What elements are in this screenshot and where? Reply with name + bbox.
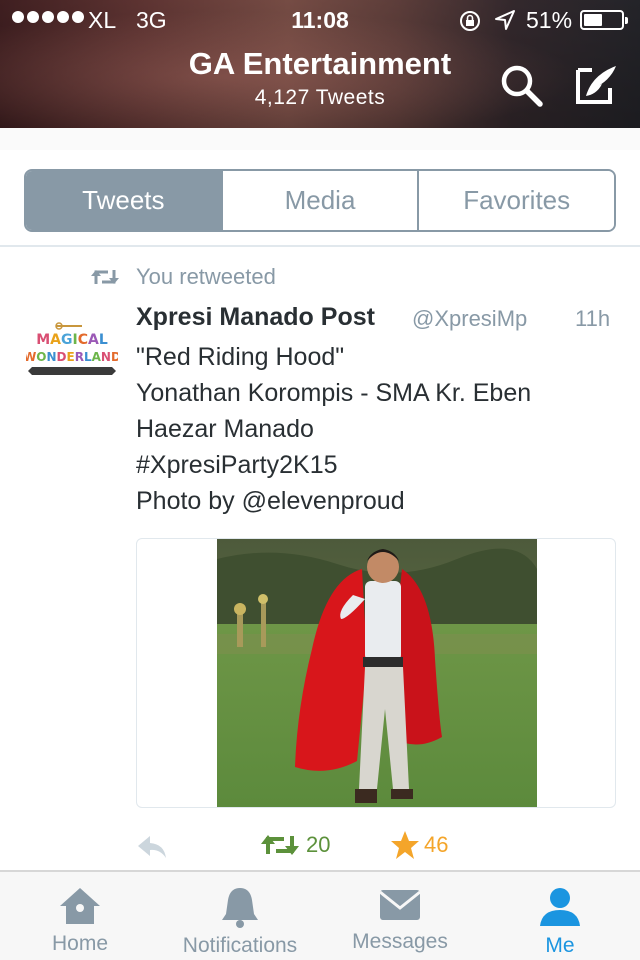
tab-messages-label: Messages: [352, 930, 448, 953]
tab-me-label: Me: [545, 934, 575, 957]
retweet-icon: [261, 835, 299, 855]
retweet-count: 20: [306, 832, 331, 857]
person-icon: [540, 888, 580, 926]
battery-icon: [580, 10, 628, 30]
battery-percent: 51%: [526, 7, 573, 33]
tab-messages[interactable]: Messages: [338, 872, 462, 960]
author-avatar[interactable]: MAGICAL WONDERLAND: [26, 318, 118, 382]
retweet-small-icon: [91, 270, 119, 284]
tab-notifications[interactable]: Notifications: [168, 872, 312, 960]
tweet-body: "Red Riding Hood" Yonathan Korompis - SM…: [136, 339, 616, 519]
tweet-photo[interactable]: [217, 539, 537, 808]
bottom-tab-bar: Home Notifications Messages Me: [0, 870, 640, 960]
svg-text:WONDERLAND: WONDERLAND: [26, 350, 118, 364]
tweet-media-card[interactable]: [136, 538, 616, 808]
tweet-line: Yonathan Korompis - SMA Kr. Eben: [136, 379, 532, 407]
profile-tabs: Tweets Media Favorites: [24, 169, 616, 232]
home-icon: [60, 888, 100, 924]
compose-tweet-button[interactable]: [572, 60, 620, 108]
search-button[interactable]: [498, 62, 546, 110]
retweet-button[interactable]: 20: [260, 832, 330, 858]
orientation-lock-icon: [460, 11, 480, 31]
header-shadow: [0, 128, 640, 150]
location-arrow-icon: [495, 10, 515, 30]
status-bar: XL 3G 11:08 51%: [0, 0, 640, 40]
tab-media[interactable]: Media: [220, 171, 418, 230]
reply-button[interactable]: [136, 832, 168, 862]
search-icon: [501, 65, 543, 107]
tab-notifications-label: Notifications: [182, 934, 298, 957]
retweet-context: You retweeted: [136, 264, 276, 289]
compose-icon: [576, 66, 616, 104]
tab-tweets[interactable]: Tweets: [26, 171, 221, 230]
profile-header: XL 3G 11:08 51% GA Entertainment 4,127 T…: [0, 0, 640, 128]
star-icon: [391, 831, 419, 859]
tab-home-label: Home: [51, 932, 109, 955]
tweet-timestamp: 11h: [575, 306, 611, 331]
tab-home[interactable]: Home: [38, 872, 122, 960]
tab-me[interactable]: Me: [520, 872, 600, 960]
tweet-line: Haezar Manado: [136, 415, 314, 443]
tweet-line: "Red Riding Hood": [136, 343, 345, 371]
svg-text:MAGICAL: MAGICAL: [36, 332, 108, 348]
tweet-line: Photo by @elevenproud: [136, 487, 405, 515]
favorite-button[interactable]: 46: [390, 830, 448, 860]
bell-icon: [222, 888, 258, 928]
tab-favorites[interactable]: Favorites: [417, 171, 614, 230]
favorite-count: 46: [424, 832, 449, 857]
tweet-hashtag[interactable]: #XpresiParty2K15: [136, 447, 616, 483]
author-handle[interactable]: @XpresiMp: [412, 306, 527, 332]
section-divider: [0, 245, 640, 247]
envelope-icon: [379, 890, 421, 920]
author-name[interactable]: Xpresi Manado Post: [136, 303, 375, 332]
